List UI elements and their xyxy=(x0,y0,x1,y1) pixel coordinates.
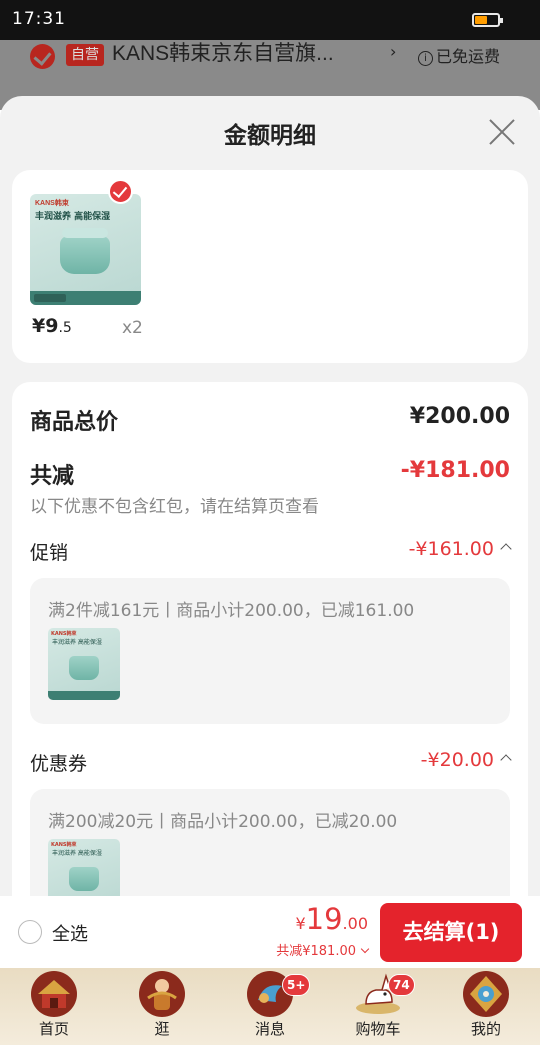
thumbnail-slogan: 丰润滋养 高能保湿 xyxy=(52,850,102,857)
amount-detail-card: 商品总价 ¥200.00 共减 -¥181.00 以下优惠不包含红包，请在结算页… xyxy=(12,382,528,956)
checkout-bar: 全选 ¥19.00 共减¥181.00 去结算(1) xyxy=(0,896,540,968)
close-icon[interactable] xyxy=(488,118,516,146)
profile-icon xyxy=(463,971,509,1017)
product-price-int: ¥9 xyxy=(32,315,59,337)
thumbnail-band xyxy=(48,691,120,700)
product-price-dec: .5 xyxy=(58,320,72,336)
chevron-down-icon xyxy=(360,944,370,954)
product-image-band xyxy=(30,291,141,305)
select-all-label[interactable]: 全选 xyxy=(52,920,88,946)
select-all-radio[interactable] xyxy=(18,920,42,944)
total-discount: 共减¥181.00 xyxy=(276,944,356,959)
tab-cart-label: 购物车 xyxy=(355,1020,401,1038)
status-time: 17:31 xyxy=(12,9,66,29)
checkout-button[interactable]: 去结算(1) xyxy=(380,903,522,962)
coupon-row[interactable]: 优惠券 -¥20.00 xyxy=(30,749,512,777)
free-shipping-info: i 已免运费 xyxy=(418,43,500,67)
promotion-row[interactable]: 促销 -¥161.00 xyxy=(30,538,512,566)
cream-jar-graphic xyxy=(69,656,99,680)
battery-icon xyxy=(472,13,503,27)
coupon-value-wrap: -¥20.00 xyxy=(420,749,512,771)
tab-messages-label: 消息 xyxy=(254,1020,285,1038)
tab-browse-label: 逛 xyxy=(154,1020,170,1038)
reduction-label: 共减 xyxy=(30,464,75,489)
bottom-tab-bar: 首页 逛 5+ 消息 74 购物车 我的 xyxy=(0,968,540,1045)
thumbnail-brand: KANS韩束 xyxy=(51,842,77,848)
thumbnail-brand: KANS韩束 xyxy=(51,631,77,637)
amount-detail-sheet: 金额明细 KANS韩束 丰润滋养 高能保湿 ¥9.5 x2 商品总价 ¥200.… xyxy=(0,96,540,956)
status-bar: 17:31 xyxy=(0,0,540,40)
tab-home[interactable]: 首页 xyxy=(0,968,108,1045)
sheet-title: 金额明细 xyxy=(224,123,316,149)
cream-jar-graphic xyxy=(60,228,110,274)
tab-home-label: 首页 xyxy=(38,1020,69,1038)
tab-profile[interactable]: 我的 xyxy=(432,968,540,1045)
tab-cart[interactable]: 74 购物车 xyxy=(324,968,432,1045)
coupon-detail: 满200减20元丨商品小计200.00，已减20.00 xyxy=(48,812,398,832)
promotion-detail: 满2件减161元丨商品小计200.00，已减161.00 xyxy=(48,601,415,621)
cart-badge: 74 xyxy=(388,974,415,996)
chevron-up-icon[interactable] xyxy=(500,754,512,766)
tab-messages[interactable]: 5+ 消息 xyxy=(216,968,324,1045)
coupon-label: 优惠券 xyxy=(30,753,88,775)
product-quantity: x2 xyxy=(122,318,143,338)
tab-browse[interactable]: 逛 xyxy=(108,968,216,1045)
product-price: ¥9.5 xyxy=(32,315,72,337)
battery-level xyxy=(475,16,487,24)
free-shipping-text: 已免运费 xyxy=(436,47,501,66)
chevron-up-icon[interactable] xyxy=(500,543,512,555)
shop-arrow-icon: › xyxy=(390,42,397,61)
total-dec: .00 xyxy=(342,914,368,933)
reduction-note: 以下优惠不包含红包，请在结算页查看 xyxy=(30,497,319,517)
total-discount-toggle[interactable]: 共减¥181.00 xyxy=(276,940,370,959)
product-card: KANS韩束 丰润滋养 高能保湿 ¥9.5 x2 xyxy=(12,170,528,363)
promotion-value: -¥161.00 xyxy=(408,538,494,560)
product-brand-logo: KANS韩束 xyxy=(35,200,69,207)
total-int: 19 xyxy=(305,902,343,936)
total-price: ¥19.00 xyxy=(295,902,368,936)
total-currency: ¥ xyxy=(295,914,306,933)
info-icon: i xyxy=(418,51,433,66)
product-image[interactable]: KANS韩束 丰润滋养 高能保湿 xyxy=(30,194,141,305)
coupon-value: -¥20.00 xyxy=(420,749,494,771)
selected-check-icon[interactable] xyxy=(108,179,133,204)
browse-icon xyxy=(139,971,185,1017)
self-run-badge: 自营 xyxy=(66,44,104,66)
thumbnail-slogan: 丰润滋养 高能保湿 xyxy=(52,639,102,646)
cream-jar-graphic xyxy=(69,867,99,891)
reduction-value: -¥181.00 xyxy=(400,458,510,483)
goods-total-row: 商品总价 ¥200.00 xyxy=(30,404,510,435)
home-icon xyxy=(31,971,77,1017)
shop-check-icon xyxy=(30,44,55,69)
shop-name: KANS韩束京东自营旗... xyxy=(112,42,334,65)
reduction-row: 共减 -¥181.00 xyxy=(30,458,510,489)
product-slogan: 丰润滋养 高能保湿 xyxy=(35,212,111,222)
messages-badge: 5+ xyxy=(282,974,311,996)
promotion-value-wrap: -¥161.00 xyxy=(408,538,512,560)
promotion-detail-box: 满2件减161元丨商品小计200.00，已减161.00 KANS韩束 丰润滋养… xyxy=(30,578,510,724)
tab-profile-label: 我的 xyxy=(470,1020,501,1038)
promotion-product-thumbnail[interactable]: KANS韩束 丰润滋养 高能保湿 xyxy=(48,628,120,700)
goods-total-label: 商品总价 xyxy=(30,410,119,435)
goods-total-value: ¥200.00 xyxy=(409,404,510,429)
promotion-label: 促销 xyxy=(30,542,69,564)
